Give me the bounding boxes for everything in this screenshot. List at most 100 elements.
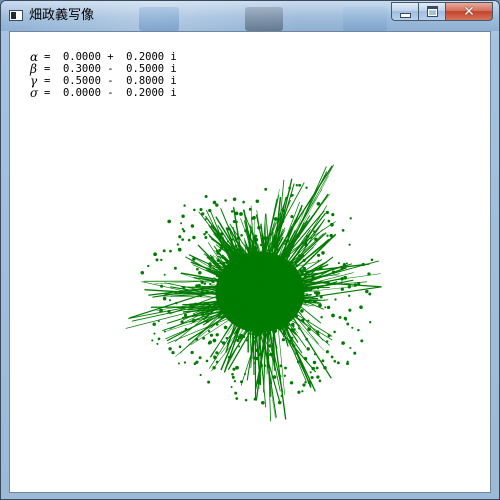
fractal-point <box>262 285 265 289</box>
fractal-point <box>255 285 259 290</box>
fractal-point <box>167 309 171 314</box>
fractal-point <box>162 296 167 301</box>
fractal-point <box>272 375 277 379</box>
fractal-point <box>224 199 227 202</box>
fractal-point <box>253 234 258 239</box>
fractal-point <box>169 249 172 253</box>
fractal-point <box>268 233 272 236</box>
fractal-point <box>157 337 161 341</box>
fractal-point <box>246 259 250 263</box>
fractal-point <box>370 258 374 262</box>
fractal-point <box>348 294 351 297</box>
fractal-point <box>288 310 292 314</box>
fractal-point <box>293 301 297 305</box>
fractal-point <box>305 337 309 341</box>
fractal-point <box>298 327 301 330</box>
fractal-point <box>287 316 291 320</box>
fractal-point <box>270 302 274 305</box>
fractal-point <box>175 301 178 305</box>
fractal-point <box>253 356 257 360</box>
fractal-point <box>232 312 235 315</box>
fractal-point <box>253 296 256 300</box>
fractal-point <box>298 183 302 187</box>
fractal-point <box>211 256 214 259</box>
fractal-point <box>193 313 196 317</box>
fractal-point <box>295 184 298 187</box>
fractal-point <box>275 292 280 296</box>
fractal-point <box>147 264 150 268</box>
fractal-point <box>307 327 312 331</box>
fractal-point <box>353 283 358 287</box>
fractal-point <box>353 351 357 355</box>
fractal-point <box>295 277 298 281</box>
fractal-point <box>291 193 294 197</box>
fractal-point <box>262 246 265 249</box>
fractal-point <box>257 318 261 323</box>
fractal-point <box>304 243 308 247</box>
fractal-point <box>246 286 251 290</box>
fractal-point <box>323 365 327 370</box>
title-bar[interactable]: 畑政義写像 ✕ <box>1 1 499 31</box>
fractal-point <box>217 297 221 301</box>
fractal-point <box>215 333 219 337</box>
fractal-point <box>232 197 237 202</box>
fractal-point <box>180 320 184 324</box>
fractal-point <box>243 335 246 338</box>
fractal-point <box>268 315 272 319</box>
fractal-point <box>223 306 227 310</box>
fractal-point <box>229 289 234 293</box>
fractal-point <box>333 330 336 334</box>
fractal-point <box>244 286 247 290</box>
fractal-point <box>340 265 344 270</box>
fractal-point <box>247 257 250 260</box>
fractal-point <box>280 293 284 297</box>
fractal-point <box>237 303 242 307</box>
fractal-point <box>190 224 195 228</box>
close-button[interactable]: ✕ <box>445 2 493 21</box>
fractal-point <box>268 308 272 312</box>
fractal-point <box>280 265 284 270</box>
fractal-point <box>174 291 178 295</box>
fractal-point <box>203 232 206 236</box>
fractal-point <box>256 379 261 384</box>
fractal-point <box>160 258 163 262</box>
fractal-point <box>232 219 236 224</box>
parameter-symbol: σ <box>30 86 39 100</box>
fractal-point <box>298 254 301 257</box>
fractal-point <box>326 281 330 285</box>
fractal-point <box>248 234 251 237</box>
fractal-point <box>242 260 247 264</box>
fractal-point <box>178 235 182 239</box>
fractal-point <box>291 322 295 327</box>
fractal-point <box>320 316 323 319</box>
fractal-point <box>247 280 250 283</box>
fractal-point <box>261 294 264 297</box>
fractal-point <box>253 284 256 287</box>
fractal-point <box>284 366 287 370</box>
fractal-point <box>325 210 329 215</box>
fractal-point <box>200 280 204 285</box>
fractal-point <box>230 307 233 310</box>
fractal-point <box>289 281 293 286</box>
fractal-point <box>288 186 291 190</box>
drawing-area[interactable]: α = 0.0000 + 0.2000 i β = 0.3000 - 0.500… <box>9 31 491 493</box>
fractal-point <box>288 339 292 343</box>
fractal-point <box>256 300 259 303</box>
fractal-point <box>192 257 196 261</box>
fractal-point <box>267 291 271 295</box>
fractal-point <box>282 331 287 336</box>
fractal-point <box>315 366 319 370</box>
fractal-point <box>230 210 234 213</box>
fractal-point <box>268 344 272 348</box>
fractal-point <box>267 287 271 291</box>
maximize-button[interactable] <box>418 2 446 21</box>
fractal-point <box>324 306 327 309</box>
fractal-point <box>283 374 286 377</box>
fractal-point <box>173 266 177 270</box>
minimize-button[interactable] <box>391 2 419 21</box>
fractal-point <box>230 299 234 303</box>
fractal-point <box>192 288 196 292</box>
fractal-point <box>292 290 296 294</box>
fractal-point <box>292 275 296 278</box>
fractal-point <box>244 398 248 402</box>
